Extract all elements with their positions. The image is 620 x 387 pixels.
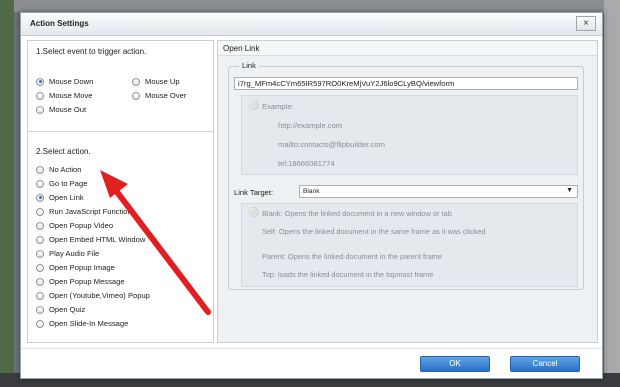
radio-mouse-up[interactable]: Mouse Up [132,77,180,86]
radio-icon [36,179,44,188]
radio-label: Open Popup Message [49,277,125,286]
radio-label: Mouse Up [145,77,180,86]
radio-label: Mouse Move [49,91,93,100]
open-link-panel: Open Link Link i7rg_MFm4cCYm65IR597RO0Kr… [217,40,598,343]
radio-label: Go to Page [49,179,88,188]
background-window-left [0,0,14,387]
radio-icon [36,105,44,114]
example-label: Example: [262,102,294,111]
radio-run-javascript[interactable]: Run JavaScript Function [36,207,132,216]
radio-mouse-move[interactable]: Mouse Move [36,91,92,100]
link-target-value: Blank [303,188,320,195]
target-description: Blank: Opens the linked document in a ne… [262,209,452,218]
radio-icon [36,249,44,258]
radio-icon [36,207,44,216]
example-line: http://example.com [278,121,343,130]
footer-divider [21,348,602,349]
radio-label: Run JavaScript Function [49,207,132,216]
radio-selected-icon [36,193,44,202]
example-box: ⚪ Example: http://example.com mailto:con… [241,95,578,175]
radio-label: No Action [49,165,82,174]
radio-mouse-down[interactable]: Mouse Down [36,77,93,86]
radio-label: Open Popup Video [49,221,114,230]
radio-label: Open Slide-In Message [49,319,129,328]
radio-icon [132,91,140,100]
link-group: Link i7rg_MFm4cCYm65IR597RO0KreMjVuY2J6l… [228,61,584,290]
radio-label: Open Link [49,193,84,202]
radio-icon [36,263,44,272]
radio-open-popup-video[interactable]: Open Popup Video [36,221,113,230]
ok-button[interactable]: OK [420,356,490,372]
panel-title: Open Link [223,44,260,53]
panel-header: Open Link [218,41,597,56]
close-icon: × [583,18,589,29]
target-description: Top: loads the linked document in the to… [262,270,434,279]
radio-open-embed-html[interactable]: Open Embed HTML Window [36,235,145,244]
radio-open-youtube-popup[interactable]: Open (Youtube,Vimeo) Popup [36,291,150,300]
radio-icon [36,235,44,244]
action-settings-dialog: Action Settings × 1.Select event to trig… [20,12,603,379]
panel-body: Link i7rg_MFm4cCYm65IR597RO0KreMjVuY2J6l… [218,56,597,342]
dialog-titlebar: Action Settings × [21,13,602,36]
link-target-label: Link Target: [234,188,274,197]
example-line: mailto:contacts@flipbuilder.com [278,140,385,149]
radio-icon [36,221,44,230]
radio-icon [132,77,140,86]
example-line: tel:18666081774 [278,159,335,168]
close-button[interactable]: × [576,16,596,31]
lightbulb-icon: ⚪ [248,207,260,217]
event-action-panel: 1.Select event to trigger action. Mouse … [27,40,214,343]
target-description: Parent: Opens the linked document in the… [262,252,442,261]
radio-label: Mouse Down [49,77,94,86]
dropdown-arrow-icon: ▼ [566,187,573,194]
background-window-top [0,0,620,12]
radio-label: Mouse Over [145,91,187,100]
radio-go-to-page[interactable]: Go to Page [36,179,87,188]
lightbulb-icon: ⚪ [248,100,260,110]
radio-icon [36,277,44,286]
radio-icon [36,165,44,174]
radio-mouse-out[interactable]: Mouse Out [36,105,86,114]
radio-open-quiz[interactable]: Open Quiz [36,305,85,314]
dialog-title: Action Settings [30,19,89,28]
radio-label: Open Quiz [49,305,86,314]
radio-play-audio[interactable]: Play Audio File [36,249,99,258]
radio-label: Play Audio File [49,249,100,258]
radio-open-popup-image[interactable]: Open Popup Image [36,263,115,272]
link-url-input[interactable]: i7rg_MFm4cCYm65IR597RO0KreMjVuY2J6lo9CLy… [234,77,578,90]
radio-icon [36,319,44,328]
action-heading: 2.Select action. [36,147,91,156]
radio-open-popup-message[interactable]: Open Popup Message [36,277,125,286]
trigger-heading: 1.Select event to trigger action. [36,47,147,56]
radio-label: Open Embed HTML Window [49,235,146,244]
radio-icon [36,305,44,314]
section-divider [28,131,213,132]
radio-open-slide-in-message[interactable]: Open Slide-In Message [36,319,128,328]
radio-open-link[interactable]: Open Link [36,193,84,202]
target-description-box: ⚪ Blank: Opens the linked document in a … [241,203,578,287]
radio-label: Open (Youtube,Vimeo) Popup [49,291,150,300]
radio-mouse-over[interactable]: Mouse Over [132,91,186,100]
radio-no-action[interactable]: No Action [36,165,82,174]
radio-icon [36,91,44,100]
target-description: Self: Opens the linked document in the s… [262,227,486,236]
link-target-select[interactable]: Blank ▼ [299,185,578,198]
link-group-label: Link [239,61,259,70]
radio-label: Mouse Out [49,105,87,114]
radio-label: Open Popup Image [49,263,115,272]
background-window-right [604,0,620,387]
radio-icon [36,291,44,300]
radio-selected-icon [36,77,44,86]
cancel-button[interactable]: Cancel [510,356,580,372]
